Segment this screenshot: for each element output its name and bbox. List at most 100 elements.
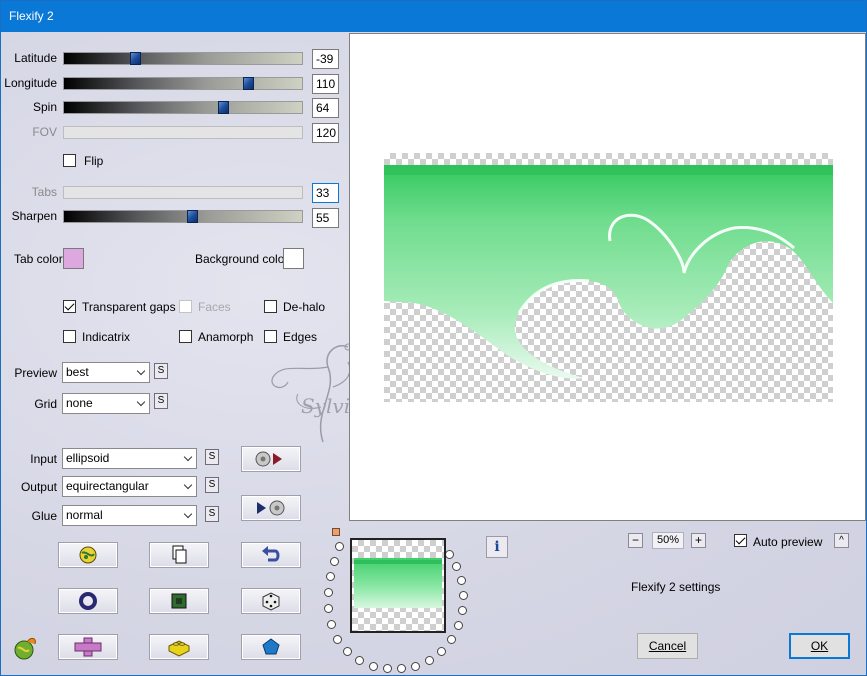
zoom-out-button[interactable]: − (628, 533, 643, 548)
chip-button[interactable] (149, 588, 209, 614)
ring-button[interactable] (58, 588, 118, 614)
faces-label: Faces (198, 300, 231, 314)
cancel-button-label: Cancel (648, 639, 687, 653)
dice-button[interactable] (241, 588, 301, 614)
chevron-down-icon (183, 480, 193, 490)
navigator-dot[interactable] (447, 635, 456, 644)
sharpen-value[interactable]: 55 (312, 208, 339, 228)
longitude-label: Longitude (4, 76, 57, 90)
sharpen-thumb[interactable] (187, 210, 198, 223)
chip-icon (171, 593, 187, 609)
glue-select[interactable]: normal (62, 505, 197, 526)
glue-s-button[interactable]: S (205, 506, 219, 522)
indicatrix-label: Indicatrix (82, 330, 131, 344)
navigator-dot[interactable] (454, 621, 463, 630)
flexify-logo-icon (14, 637, 36, 660)
spin-slider[interactable] (63, 101, 303, 114)
navigator-dot[interactable] (457, 576, 466, 585)
window-title: Flexify 2 (9, 9, 54, 23)
chevron-down-icon (136, 366, 146, 376)
longitude-value[interactable]: 110 (312, 74, 339, 94)
glue-select-value: normal (66, 508, 103, 522)
undo-button[interactable] (241, 542, 301, 568)
spin-thumb[interactable] (218, 101, 229, 114)
navigator-dot[interactable] (411, 662, 420, 671)
convert-from-sphere-icon (257, 500, 285, 516)
ok-button-label: OK (810, 639, 829, 653)
tab-color-swatch[interactable] (63, 248, 84, 269)
navigator-dot[interactable] (459, 591, 468, 600)
latitude-slider[interactable] (63, 52, 303, 65)
input-s-button[interactable]: S (205, 449, 219, 465)
background-color-swatch[interactable] (283, 248, 304, 269)
sharpen-slider[interactable] (63, 210, 303, 223)
preview-select[interactable]: best (62, 362, 150, 383)
navigator-dot[interactable] (452, 562, 461, 571)
preview-label: Preview (14, 366, 57, 380)
navigator-dot[interactable] (326, 572, 335, 581)
undo-icon (262, 546, 280, 562)
output-s-button[interactable]: S (205, 477, 219, 493)
pentagon-button[interactable] (241, 634, 301, 660)
anamorph-checkbox[interactable] (179, 330, 192, 343)
grid-label: Grid (34, 397, 57, 411)
main-preview[interactable] (349, 33, 866, 521)
navigator-dot[interactable] (324, 588, 333, 597)
longitude-thumb[interactable] (243, 77, 254, 90)
copy-button[interactable] (149, 542, 209, 568)
cross-shape-icon (74, 637, 102, 657)
lego-brick-button[interactable] (149, 634, 209, 660)
grid-s-button[interactable]: S (154, 393, 168, 409)
navigator-dot[interactable] (383, 664, 392, 673)
navigator-dot[interactable] (397, 664, 406, 673)
latitude-thumb[interactable] (130, 52, 141, 65)
navigator-dot[interactable] (327, 620, 336, 629)
transparent-gaps-checkbox[interactable] (63, 300, 76, 313)
navigator-dot[interactable] (458, 606, 467, 615)
sharpen-label: Sharpen (11, 209, 57, 223)
randomize-globe-button[interactable] (58, 542, 118, 568)
navigator-dot[interactable] (333, 635, 342, 644)
fov-slider (63, 126, 303, 139)
navigator-dot[interactable] (369, 662, 378, 671)
zoom-level: 50% (652, 532, 684, 549)
preview-s-button[interactable]: S (154, 363, 168, 379)
input-select[interactable]: ellipsoid (62, 448, 197, 469)
navigator-dot[interactable] (335, 542, 344, 551)
ok-button[interactable]: OK (789, 633, 850, 659)
auto-preview-checkbox[interactable] (734, 534, 747, 547)
indicatrix-checkbox[interactable] (63, 330, 76, 343)
navigator-dot[interactable] (445, 550, 454, 559)
output-select[interactable]: equirectangular (62, 476, 197, 497)
grid-select[interactable]: none (62, 393, 150, 414)
cancel-button[interactable]: Cancel (637, 633, 698, 659)
navigator-dot[interactable] (437, 647, 446, 656)
transparent-gaps-label: Transparent gaps (82, 300, 176, 314)
zoom-in-button[interactable]: + (691, 533, 706, 548)
navigator-dot[interactable] (330, 557, 339, 566)
convert-from-sphere-button[interactable] (241, 495, 301, 521)
tabs-value[interactable]: 33 (312, 183, 339, 203)
tabs-slider (63, 186, 303, 199)
navigator-thumbnail[interactable] (350, 538, 446, 633)
info-button[interactable]: i (486, 536, 508, 558)
auto-preview-label: Auto preview (753, 535, 823, 549)
cross-shape-button[interactable] (58, 634, 118, 660)
latitude-value[interactable]: -39 (312, 49, 339, 69)
navigator-dot[interactable] (324, 604, 333, 613)
output-select-value: equirectangular (66, 479, 149, 493)
anamorph-label: Anamorph (198, 330, 254, 344)
chevron-down-icon (136, 397, 146, 407)
ring-icon (79, 592, 97, 610)
de-halo-checkbox[interactable] (264, 300, 277, 313)
navigator-dot[interactable] (343, 647, 352, 656)
flip-checkbox[interactable] (63, 154, 76, 167)
flip-label: Flip (84, 154, 104, 168)
collapse-button[interactable]: ^ (834, 533, 849, 548)
longitude-slider[interactable] (63, 77, 303, 90)
navigator-dot[interactable] (355, 656, 364, 665)
spin-value[interactable]: 64 (312, 98, 339, 118)
grid-select-value: none (66, 396, 93, 410)
navigator-dot[interactable] (425, 656, 434, 665)
convert-to-sphere-button[interactable] (241, 446, 301, 472)
